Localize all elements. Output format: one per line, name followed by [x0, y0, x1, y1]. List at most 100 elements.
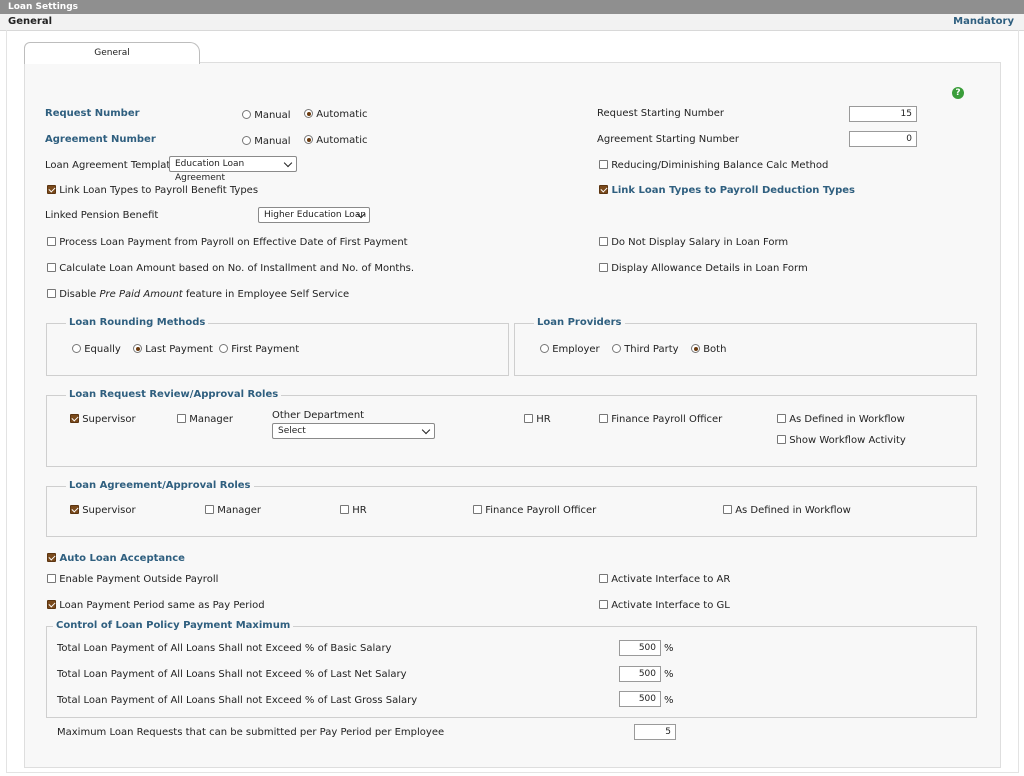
pension-select[interactable]: Higher Education Loan — [258, 207, 370, 223]
request-starting-input[interactable]: 15 — [849, 106, 917, 122]
agr-workflow-checkbox[interactable] — [723, 505, 732, 514]
req-finance-checkbox[interactable] — [599, 414, 608, 423]
max-requests-input[interactable]: 5 — [634, 724, 676, 740]
rounding-last[interactable]: Last Payment — [133, 344, 213, 355]
outside-payroll-checkbox[interactable] — [47, 574, 56, 583]
rounding-equally-radio[interactable] — [72, 344, 81, 353]
control-row-gross-input[interactable]: 500 — [619, 691, 661, 707]
interface-gl-checkbox[interactable] — [599, 600, 608, 609]
rounding-first-radio[interactable] — [219, 344, 228, 353]
link-deduction-option[interactable]: Link Loan Types to Payroll Deduction Typ… — [599, 185, 855, 196]
help-icon[interactable]: ? — [952, 87, 964, 99]
pay-period-option[interactable]: Loan Payment Period same as Pay Period — [47, 600, 265, 611]
provider-both[interactable]: Both — [691, 344, 726, 355]
req-manager-option[interactable]: Manager — [177, 414, 233, 425]
calc-amount-checkbox[interactable] — [47, 263, 56, 272]
control-row-gross-unit: % — [664, 695, 674, 706]
agr-manager-label: Manager — [217, 505, 262, 516]
allowance-option[interactable]: Display Allowance Details in Loan Form — [599, 263, 808, 274]
control-row-net-unit: % — [664, 669, 674, 680]
agreement-number-automatic[interactable]: Automatic — [304, 135, 367, 146]
req-supervisor-option[interactable]: Supervisor — [70, 414, 136, 425]
request-number-automatic[interactable]: Automatic — [304, 109, 367, 120]
rounding-last-label: Last Payment — [145, 344, 213, 355]
request-number-label: Request Number — [45, 108, 140, 119]
agr-hr-option[interactable]: HR — [340, 505, 367, 516]
interface-ar-option[interactable]: Activate Interface to AR — [599, 574, 730, 585]
agreement-automatic-radio[interactable] — [304, 135, 313, 144]
rounding-last-radio[interactable] — [133, 344, 142, 353]
control-row-basic-label: Total Loan Payment of All Loans Shall no… — [57, 643, 392, 654]
process-payment-option[interactable]: Process Loan Payment from Payroll on Eff… — [47, 237, 408, 248]
mandatory-link[interactable]: Mandatory — [953, 16, 1014, 27]
section-title: General — [8, 16, 52, 27]
reducing-balance-checkbox[interactable] — [599, 160, 608, 169]
disable-prepaid-checkbox[interactable] — [47, 289, 56, 298]
provider-third[interactable]: Third Party — [612, 344, 679, 355]
reducing-balance-option[interactable]: Reducing/Diminishing Balance Calc Method — [599, 160, 828, 171]
disable-prepaid-text-pre: Disable — [59, 289, 100, 300]
provider-third-radio[interactable] — [612, 344, 621, 353]
link-benefit-label: Link Loan Types to Payroll Benefit Types — [59, 185, 259, 196]
control-row-net-input[interactable]: 500 — [619, 666, 661, 682]
no-salary-option[interactable]: Do Not Display Salary in Loan Form — [599, 237, 788, 248]
req-manager-checkbox[interactable] — [177, 414, 186, 423]
process-payment-checkbox[interactable] — [47, 237, 56, 246]
interface-ar-checkbox[interactable] — [599, 574, 608, 583]
rounding-equally-label: Equally — [84, 344, 121, 355]
link-benefit-checkbox[interactable] — [47, 185, 56, 194]
req-workflow-option[interactable]: As Defined in Workflow — [777, 414, 905, 425]
req-show-workflow-checkbox[interactable] — [777, 435, 786, 444]
req-show-workflow-option[interactable]: Show Workflow Activity — [777, 435, 906, 446]
auto-accept-checkbox[interactable] — [47, 553, 56, 562]
no-salary-checkbox[interactable] — [599, 237, 608, 246]
interface-ar-label: Activate Interface to AR — [611, 574, 731, 585]
req-supervisor-checkbox[interactable] — [70, 414, 79, 423]
chevron-down-icon — [421, 425, 431, 435]
allowance-checkbox[interactable] — [599, 263, 608, 272]
other-dept-select[interactable]: Select — [272, 423, 435, 439]
max-requests-label: Maximum Loan Requests that can be submit… — [57, 727, 445, 738]
agr-finance-checkbox[interactable] — [473, 505, 482, 514]
loan-template-label: Loan Agreement Template — [45, 160, 177, 171]
agreement-number-manual[interactable]: Manual — [242, 136, 291, 147]
pay-period-checkbox[interactable] — [47, 600, 56, 609]
request-automatic-radio[interactable] — [304, 109, 313, 118]
request-number-manual[interactable]: Manual — [242, 110, 291, 121]
provider-both-radio[interactable] — [691, 344, 700, 353]
agreement-starting-input[interactable]: 0 — [849, 131, 917, 147]
control-title: Control of Loan Policy Payment Maximum — [53, 620, 294, 631]
provider-employer[interactable]: Employer — [540, 344, 600, 355]
outside-payroll-option[interactable]: Enable Payment Outside Payroll — [47, 574, 218, 585]
req-workflow-checkbox[interactable] — [777, 414, 786, 423]
agr-supervisor-option[interactable]: Supervisor — [70, 505, 136, 516]
rounding-first[interactable]: First Payment — [219, 344, 299, 355]
agr-finance-option[interactable]: Finance Payroll Officer — [473, 505, 596, 516]
auto-accept-option[interactable]: Auto Loan Acceptance — [47, 553, 185, 564]
agr-supervisor-checkbox[interactable] — [70, 505, 79, 514]
calc-amount-option[interactable]: Calculate Loan Amount based on No. of In… — [47, 263, 414, 274]
loan-template-select[interactable]: Education Loan Agreement — [169, 156, 297, 183]
link-deduction-checkbox[interactable] — [599, 185, 608, 194]
req-supervisor-label: Supervisor — [82, 414, 136, 425]
link-benefit-option[interactable]: Link Loan Types to Payroll Benefit Types — [47, 185, 258, 196]
outside-payroll-label: Enable Payment Outside Payroll — [59, 574, 219, 585]
req-hr-option[interactable]: HR — [524, 414, 551, 425]
provider-employer-label: Employer — [552, 344, 600, 355]
agreement-manual-radio[interactable] — [242, 136, 251, 145]
agreement-roles-title: Loan Agreement/Approval Roles — [66, 480, 254, 491]
agr-manager-option[interactable]: Manager — [205, 505, 261, 516]
control-row-basic-input[interactable]: 500 — [619, 640, 661, 656]
tab-general[interactable]: General — [24, 42, 200, 64]
interface-gl-option[interactable]: Activate Interface to GL — [599, 600, 730, 611]
agr-hr-checkbox[interactable] — [340, 505, 349, 514]
rounding-equally[interactable]: Equally — [72, 344, 121, 355]
agr-workflow-option[interactable]: As Defined in Workflow — [723, 505, 851, 516]
disable-prepaid-option[interactable]: Disable Pre Paid Amount feature in Emplo… — [47, 289, 349, 300]
req-hr-checkbox[interactable] — [524, 414, 533, 423]
req-finance-option[interactable]: Finance Payroll Officer — [599, 414, 722, 425]
agr-manager-checkbox[interactable] — [205, 505, 214, 514]
provider-both-label: Both — [703, 344, 727, 355]
provider-employer-radio[interactable] — [540, 344, 549, 353]
request-manual-radio[interactable] — [242, 110, 251, 119]
